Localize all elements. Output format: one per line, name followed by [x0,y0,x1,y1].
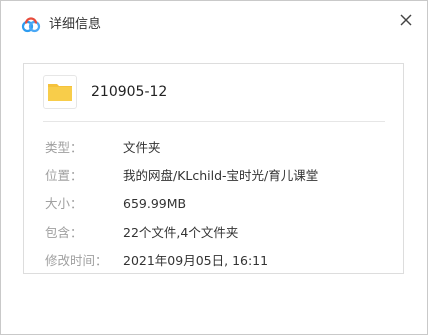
type-label: 类型： [45,140,83,155]
detail-row-modified: 修改时间： 2021年09月05日, 16:11 [24,251,403,271]
folder-icon [43,75,77,109]
modified-label: 修改时间： [45,253,108,268]
file-name: 210905-12 [91,84,168,100]
close-icon[interactable] [396,10,416,30]
detail-row-size: 大小： 659.99MB [24,194,403,214]
size-label: 大小： [45,196,83,211]
location-label: 位置： [45,168,83,183]
size-value: 659.99MB [123,196,187,211]
details-dialog: 详细信息 210905-12 类型： 文件夹 位置： 我的网盘/KLchild-… [0,0,428,335]
modified-value: 2021年09月05日, 16:11 [123,253,269,268]
dialog-titlebar: 详细信息 [1,1,427,43]
detail-row-type: 类型： 文件夹 [24,138,403,158]
details-panel: 210905-12 类型： 文件夹 位置： 我的网盘/KLchild-宝时光/育… [23,63,404,274]
baidu-netdisk-cloud-icon [21,17,41,33]
location-value: 我的网盘/KLchild-宝时光/育儿课堂 [123,168,319,183]
type-value: 文件夹 [123,140,161,155]
contains-label: 包含： [45,225,83,240]
detail-row-contains: 包含： 22个文件,4个文件夹 [24,223,403,243]
contains-value: 22个文件,4个文件夹 [123,225,239,240]
divider [43,121,385,122]
dialog-title: 详细信息 [49,17,102,32]
detail-row-location: 位置： 我的网盘/KLchild-宝时光/育儿课堂 [24,166,403,186]
